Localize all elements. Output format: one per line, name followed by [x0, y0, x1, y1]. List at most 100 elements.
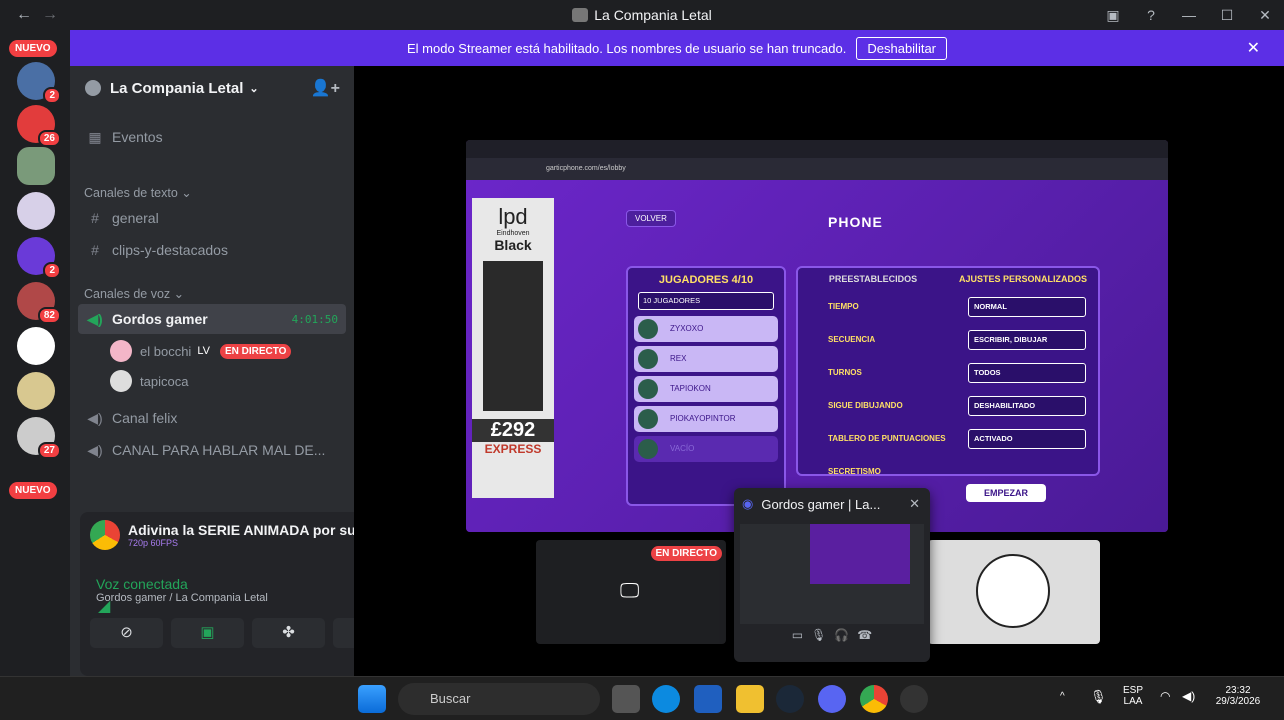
volume-icon[interactable]: ◀): [1182, 689, 1195, 703]
server-header[interactable]: La Compania Letal ⌄ 👤+: [70, 66, 354, 110]
voice-user[interactable]: tapicoca: [110, 368, 188, 394]
camera-button[interactable]: ⊘: [90, 618, 163, 648]
voice-timer: 4:01:50: [291, 312, 338, 326]
back-button[interactable]: VOLVER: [626, 210, 676, 227]
server-icon[interactable]: [17, 147, 55, 185]
headphones-icon[interactable]: 🎧: [834, 628, 849, 642]
setting-row: SECRETISMO: [828, 467, 881, 476]
store-icon[interactable]: [694, 685, 722, 713]
discord-icon[interactable]: [818, 685, 846, 713]
server-icon[interactable]: 2: [17, 237, 61, 279]
maximize-button[interactable]: ☐: [1208, 7, 1246, 24]
voice-user[interactable]: el bocchi LV EN DIRECTO: [110, 338, 292, 364]
voice-channel[interactable]: ◀) CANAL PARA HABLAR MAL DE...: [78, 435, 346, 465]
player-row: VACÍO: [634, 436, 778, 462]
disable-streamer-button[interactable]: Deshabilitar: [856, 36, 948, 60]
server-icon[interactable]: 27: [17, 417, 61, 459]
speaker-icon: ◀): [87, 441, 103, 458]
user-tile[interactable]: [928, 540, 1100, 644]
ad-banner: lpd Eindhoven Black £292 EXPRESS: [472, 198, 554, 498]
voice-channel-active[interactable]: ◀) Gordos gamer 4:01:50: [78, 304, 346, 334]
preview-thumbnail: [740, 524, 924, 624]
start-button[interactable]: EMPEZAR: [966, 484, 1047, 502]
chevron-up-icon[interactable]: ^: [1060, 691, 1065, 702]
language-indicator[interactable]: ESP LAA: [1118, 685, 1148, 707]
close-icon[interactable]: ✕: [909, 496, 920, 512]
gartic-lobby: lpd Eindhoven Black £292 EXPRESS VOLVER …: [466, 180, 1168, 532]
camera-icon[interactable]: ▭: [792, 628, 803, 642]
forward-arrow-icon[interactable]: →: [42, 6, 58, 24]
discord-icon: ◉: [742, 496, 754, 511]
server-icon[interactable]: [17, 327, 55, 365]
close-icon[interactable]: ✕: [1247, 38, 1260, 58]
edge-icon[interactable]: [652, 685, 680, 713]
setting-row: TIEMPO NORMAL: [798, 290, 1098, 323]
tab-custom[interactable]: AJUSTES PERSONALIZADOS: [948, 268, 1098, 290]
chrome-icon[interactable]: [860, 685, 888, 713]
new-badge: NUEVO: [9, 40, 57, 57]
taskbar-search[interactable]: Buscar: [398, 683, 600, 715]
help-icon[interactable]: ?: [1132, 7, 1170, 23]
address-bar: garticphone.com/es/lobby: [546, 165, 626, 172]
back-arrow-icon[interactable]: ←: [16, 6, 32, 24]
taskbar: Buscar ^ 🎙 ESP LAA ◠ ◀) 23:32 29/3/2026: [0, 676, 1284, 720]
setting-row: TURNOS TODOS: [798, 356, 1098, 389]
setting-row: SECUENCIA ESCRIBIR, DIBUJAR: [798, 323, 1098, 356]
minimize-button[interactable]: —: [1170, 7, 1208, 23]
server-icon[interactable]: [17, 192, 55, 230]
server-name: La Compania Letal: [110, 79, 244, 97]
shared-screen[interactable]: garticphone.com/es/lobby lpd Eindhoven B…: [466, 140, 1168, 532]
wifi-icon[interactable]: ◠: [1160, 689, 1170, 703]
stream-preview-popup[interactable]: ◉ Gordos gamer | La... ✕ ▭ 🎙 🎧 ☎: [734, 488, 930, 662]
monitor-icon: 🖵: [620, 580, 640, 602]
avatar: [976, 554, 1050, 628]
player-row: ZYXOXO: [634, 316, 778, 342]
calendar-icon: ▦: [88, 128, 102, 145]
setting-row: TABLERO DE PUNTUACIONES ACTIVADO: [798, 422, 1098, 455]
obs-icon[interactable]: [900, 685, 928, 713]
new-badge: NUEVO: [9, 482, 57, 499]
activities-button[interactable]: ✤: [252, 618, 325, 648]
chrome-icon: [90, 520, 120, 550]
server-badge-icon: [85, 80, 101, 96]
server-icon: [572, 8, 589, 22]
clock[interactable]: 23:32 29/3/2026: [1208, 685, 1268, 707]
task-view-icon[interactable]: [612, 685, 640, 713]
channel-clips[interactable]: # clips-y-destacados: [78, 235, 346, 265]
banner-text: El modo Streamer está habilitado. Los no…: [406, 40, 847, 56]
live-badge: EN DIRECTO: [650, 546, 722, 561]
voice-category[interactable]: Canales de voz ⌄: [84, 286, 184, 301]
mic-icon[interactable]: 🎙: [1090, 689, 1107, 705]
share-screen-button[interactable]: ▣: [171, 618, 244, 648]
channel-general[interactable]: # general: [78, 203, 346, 233]
avatar: [110, 340, 132, 362]
server-icon[interactable]: 82: [17, 282, 61, 324]
stream-tile[interactable]: EN DIRECTO 🖵: [536, 540, 726, 644]
text-category[interactable]: Canales de texto ⌄: [84, 185, 192, 200]
hangup-icon[interactable]: ☎: [857, 628, 872, 642]
voice-channel[interactable]: ◀) Canal felix: [78, 403, 346, 433]
speaker-icon: ◀): [87, 310, 103, 327]
player-row: REX: [634, 346, 778, 372]
server-icon[interactable]: 26: [17, 105, 61, 147]
tab-presets[interactable]: PREESTABLECIDOS: [798, 268, 948, 290]
live-badge: EN DIRECTO: [219, 343, 292, 359]
speaker-icon: ◀): [87, 409, 103, 426]
mic-icon[interactable]: 🎙: [811, 628, 826, 642]
server-icon[interactable]: [17, 372, 55, 410]
inbox-icon[interactable]: ▣: [1094, 7, 1132, 24]
voice-status: Voz conectada: [96, 576, 188, 592]
user-tag: LV: [197, 345, 210, 357]
close-window-button[interactable]: ✕: [1246, 7, 1284, 24]
avatar: [110, 370, 132, 392]
folder-icon[interactable]: [736, 685, 764, 713]
players-select[interactable]: 10 JUGADORES: [638, 292, 774, 310]
signal-icon[interactable]: ◢: [98, 596, 110, 616]
server-icon[interactable]: 2: [17, 62, 61, 104]
player-row: PIOKAYOPINTOR: [634, 406, 778, 432]
steam-icon[interactable]: [776, 685, 804, 713]
events-item[interactable]: ▦ Eventos: [78, 122, 346, 152]
invite-people-icon[interactable]: 👤+: [311, 78, 340, 98]
settings-panel: PREESTABLECIDOS AJUSTES PERSONALIZADOS T…: [796, 266, 1100, 476]
windows-start-icon[interactable]: [358, 685, 386, 713]
